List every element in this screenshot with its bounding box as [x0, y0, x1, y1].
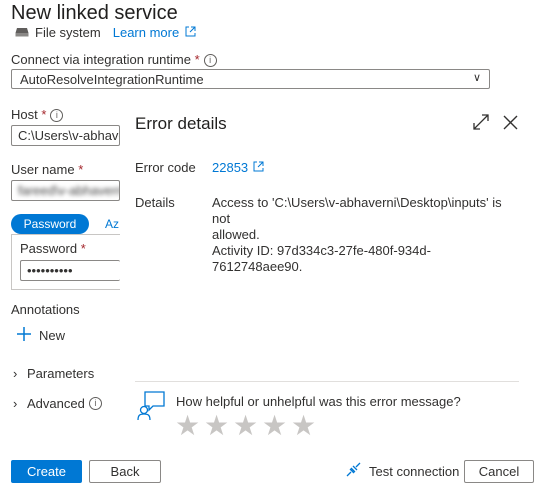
activity-id: Activity ID: 97d334c3-27fe-480f-934d-761… — [212, 243, 431, 274]
details-label: Details — [135, 195, 175, 210]
info-icon[interactable]: i — [50, 109, 64, 123]
info-icon[interactable]: i — [203, 54, 217, 68]
error-message-line: Access to 'C:\Users\v-abhaverni\Desktop\… — [212, 195, 502, 226]
cancel-button[interactable]: Cancel — [464, 460, 534, 483]
create-button[interactable]: Create — [11, 460, 82, 483]
advanced-label: Advanced — [27, 396, 85, 411]
auth-type-toggle: Password Az — [11, 214, 120, 234]
error-code-label: Error code — [135, 160, 196, 175]
close-icon[interactable] — [503, 115, 518, 133]
password-value: •••••••••• — [27, 263, 73, 278]
host-label-text: Host — [11, 107, 38, 122]
advanced-expander[interactable]: › Advanced i — [13, 396, 102, 411]
back-button[interactable]: Back — [89, 460, 161, 483]
plus-icon — [17, 327, 31, 344]
error-details-title: Error details — [135, 114, 227, 133]
test-connection-label: Test connection — [369, 463, 460, 479]
test-connection-button[interactable]: Test connection — [346, 462, 459, 480]
error-code-link[interactable]: 22853 — [212, 160, 264, 175]
new-annotation-button[interactable]: New — [17, 327, 65, 344]
star-icon[interactable]: ★ — [289, 409, 318, 442]
required-marker: * — [194, 52, 200, 67]
host-value: C:\Users\v-abhaverni — [18, 128, 119, 143]
host-label: Host * i — [11, 107, 64, 123]
star-icon[interactable]: ★ — [173, 409, 202, 442]
error-message: Access to 'C:\Users\v-abhaverni\Desktop\… — [212, 195, 512, 275]
star-icon[interactable]: ★ — [260, 409, 289, 442]
page-title: New linked service — [11, 2, 178, 24]
tab-password[interactable]: Password — [11, 214, 89, 234]
runtime-label-text: Connect via integration runtime — [11, 52, 191, 67]
connector-type: File system — [35, 25, 101, 40]
feedback-icon — [137, 391, 165, 424]
external-link-icon[interactable] — [185, 25, 196, 40]
external-link-icon — [253, 160, 264, 175]
username-label-text: User name — [11, 162, 75, 177]
plug-icon — [346, 462, 361, 480]
file-system-icon — [15, 25, 29, 40]
password-label: Password * — [20, 241, 86, 256]
chevron-right-icon: › — [13, 396, 18, 411]
required-marker: * — [80, 241, 86, 256]
password-label-text: Password — [20, 241, 78, 256]
star-rating[interactable]: ★ ★ ★ ★ ★ — [173, 409, 318, 442]
runtime-label: Connect via integration runtime * i — [11, 52, 217, 68]
star-icon[interactable]: ★ — [231, 409, 260, 442]
runtime-value: AutoResolveIntegrationRuntime — [20, 72, 204, 87]
error-message-line: allowed. — [212, 227, 260, 242]
error-code-value: 22853 — [212, 160, 249, 175]
info-icon[interactable]: i — [88, 397, 102, 410]
chevron-right-icon: › — [13, 366, 18, 381]
feedback-question: How helpful or unhelpful was this error … — [176, 394, 461, 409]
host-input[interactable]: C:\Users\v-abhaverni — [11, 125, 120, 146]
runtime-select[interactable]: AutoResolveIntegrationRuntime ∨ — [11, 69, 490, 89]
star-icon[interactable]: ★ — [202, 409, 231, 442]
subtitle-row: File system Learn more — [15, 25, 196, 40]
new-annotation-label: New — [39, 328, 66, 343]
required-marker: * — [41, 107, 47, 122]
tab-azure-key-vault[interactable]: Az — [93, 214, 119, 234]
username-value: fareed\v-abhaverni — [18, 183, 120, 198]
parameters-expander[interactable]: › Parameters — [13, 366, 94, 381]
expand-icon[interactable] — [473, 114, 489, 133]
password-input[interactable]: •••••••••• — [20, 260, 120, 281]
username-label: User name * — [11, 162, 83, 177]
learn-more-link[interactable]: Learn more — [113, 25, 179, 40]
username-input[interactable]: fareed\v-abhaverni — [11, 180, 120, 201]
divider — [135, 381, 519, 382]
parameters-label: Parameters — [27, 366, 95, 381]
required-marker: * — [78, 162, 84, 177]
chevron-down-icon: ∨ — [472, 72, 481, 84]
annotations-label: Annotations — [11, 302, 80, 317]
